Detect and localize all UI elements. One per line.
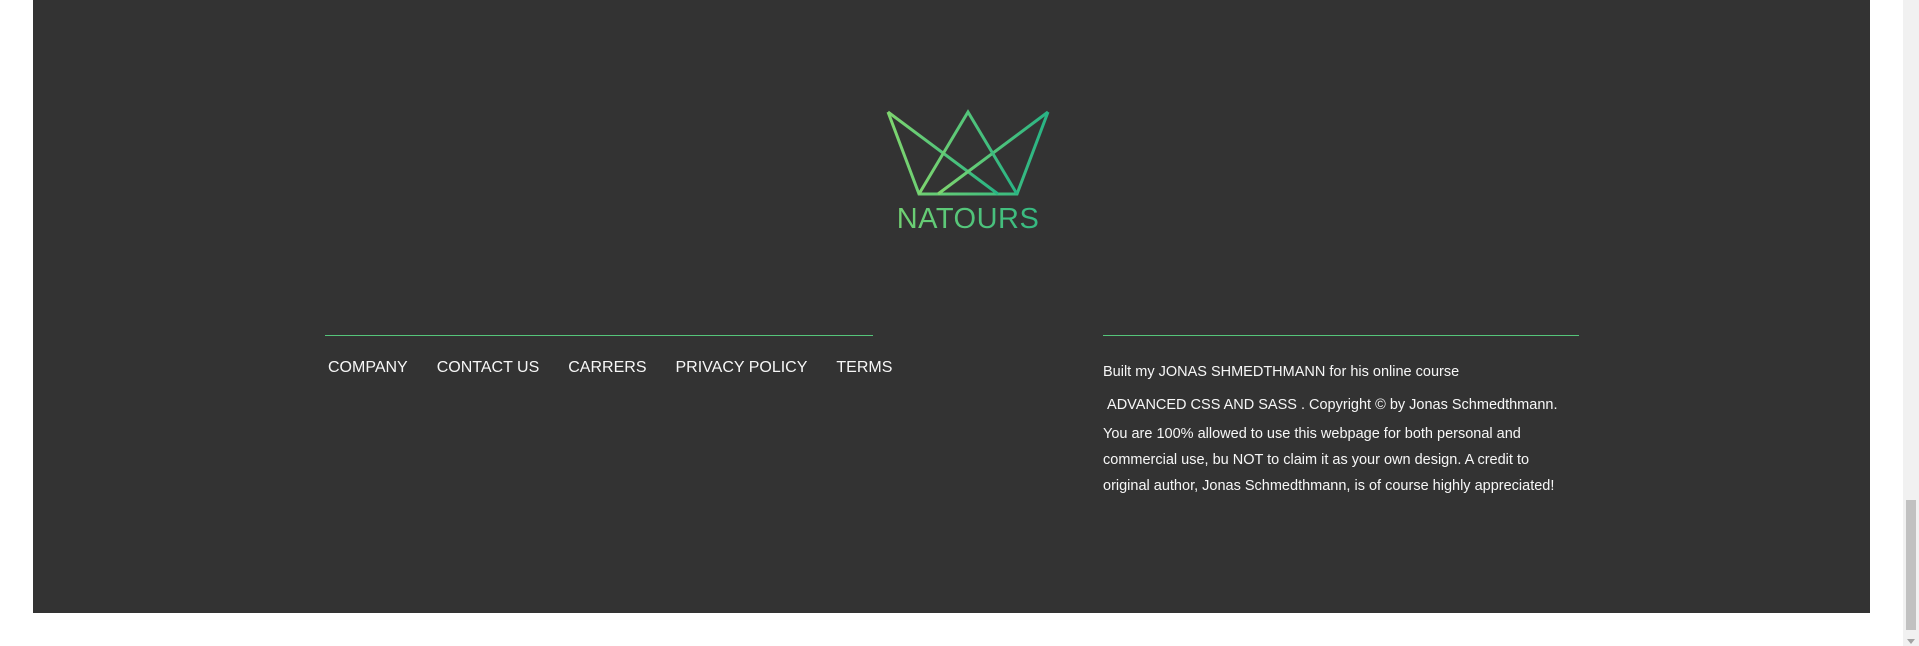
scroll-down-arrow-icon[interactable] <box>1907 639 1915 644</box>
footer-nav-list: COMPANY CONTACT US CARRERS PRIVACY POLIC… <box>325 359 892 377</box>
copyright-line1-suffix: for his online course <box>1329 364 1460 380</box>
nav-item-terms: TERMS <box>833 359 918 377</box>
copyright-line2-suffix: . Copyright © by Jonas Schmedthmann. <box>1300 397 1558 413</box>
crown-icon <box>886 109 1050 196</box>
copyright-prefix: Built my <box>1103 364 1159 380</box>
nav-item-privacy-policy: PRIVACY POLICY <box>672 359 833 377</box>
nav-item-company: COMPANY <box>325 359 434 377</box>
nav-link-contact-us[interactable]: CONTACT US <box>434 359 566 377</box>
brand-name: NATOURS <box>868 203 1068 236</box>
vertical-scrollbar[interactable] <box>1903 0 1919 646</box>
footer: NATOURS COMPANY CONTACT US CARRERS PRIVA… <box>33 0 1870 613</box>
nav-link-careers[interactable]: CARRERS <box>565 359 672 377</box>
copyright-paragraph: You are 100% allowed to use this webpage… <box>1103 426 1555 494</box>
nav-link-privacy-policy[interactable]: PRIVACY POLICY <box>672 359 833 377</box>
footer-navigation: COMPANY CONTACT US CARRERS PRIVACY POLIC… <box>325 335 892 377</box>
scrollbar-thumb[interactable] <box>1906 500 1916 630</box>
nav-link-terms[interactable]: TERMS <box>833 359 918 377</box>
copyright-line-1: Built my JONAS SHMEDTHMANN for his onlin… <box>1103 359 1579 385</box>
copyright-line-2: ADVANCED CSS AND SASS . Copyright © by J… <box>1103 392 1579 418</box>
course-link[interactable]: ADVANCED CSS AND SASS <box>1107 397 1297 413</box>
page: NATOURS COMPANY CONTACT US CARRERS PRIVA… <box>0 0 1919 646</box>
nav-item-careers: CARRERS <box>565 359 672 377</box>
nav-item-contact-us: CONTACT US <box>434 359 566 377</box>
nav-link-company[interactable]: COMPANY <box>325 359 434 377</box>
footer-logo: NATOURS <box>868 107 1068 247</box>
author-link[interactable]: JONAS SHMEDTHMANN <box>1159 364 1326 380</box>
copyright-block: Built my JONAS SHMEDTHMANN for his onlin… <box>1103 335 1579 499</box>
